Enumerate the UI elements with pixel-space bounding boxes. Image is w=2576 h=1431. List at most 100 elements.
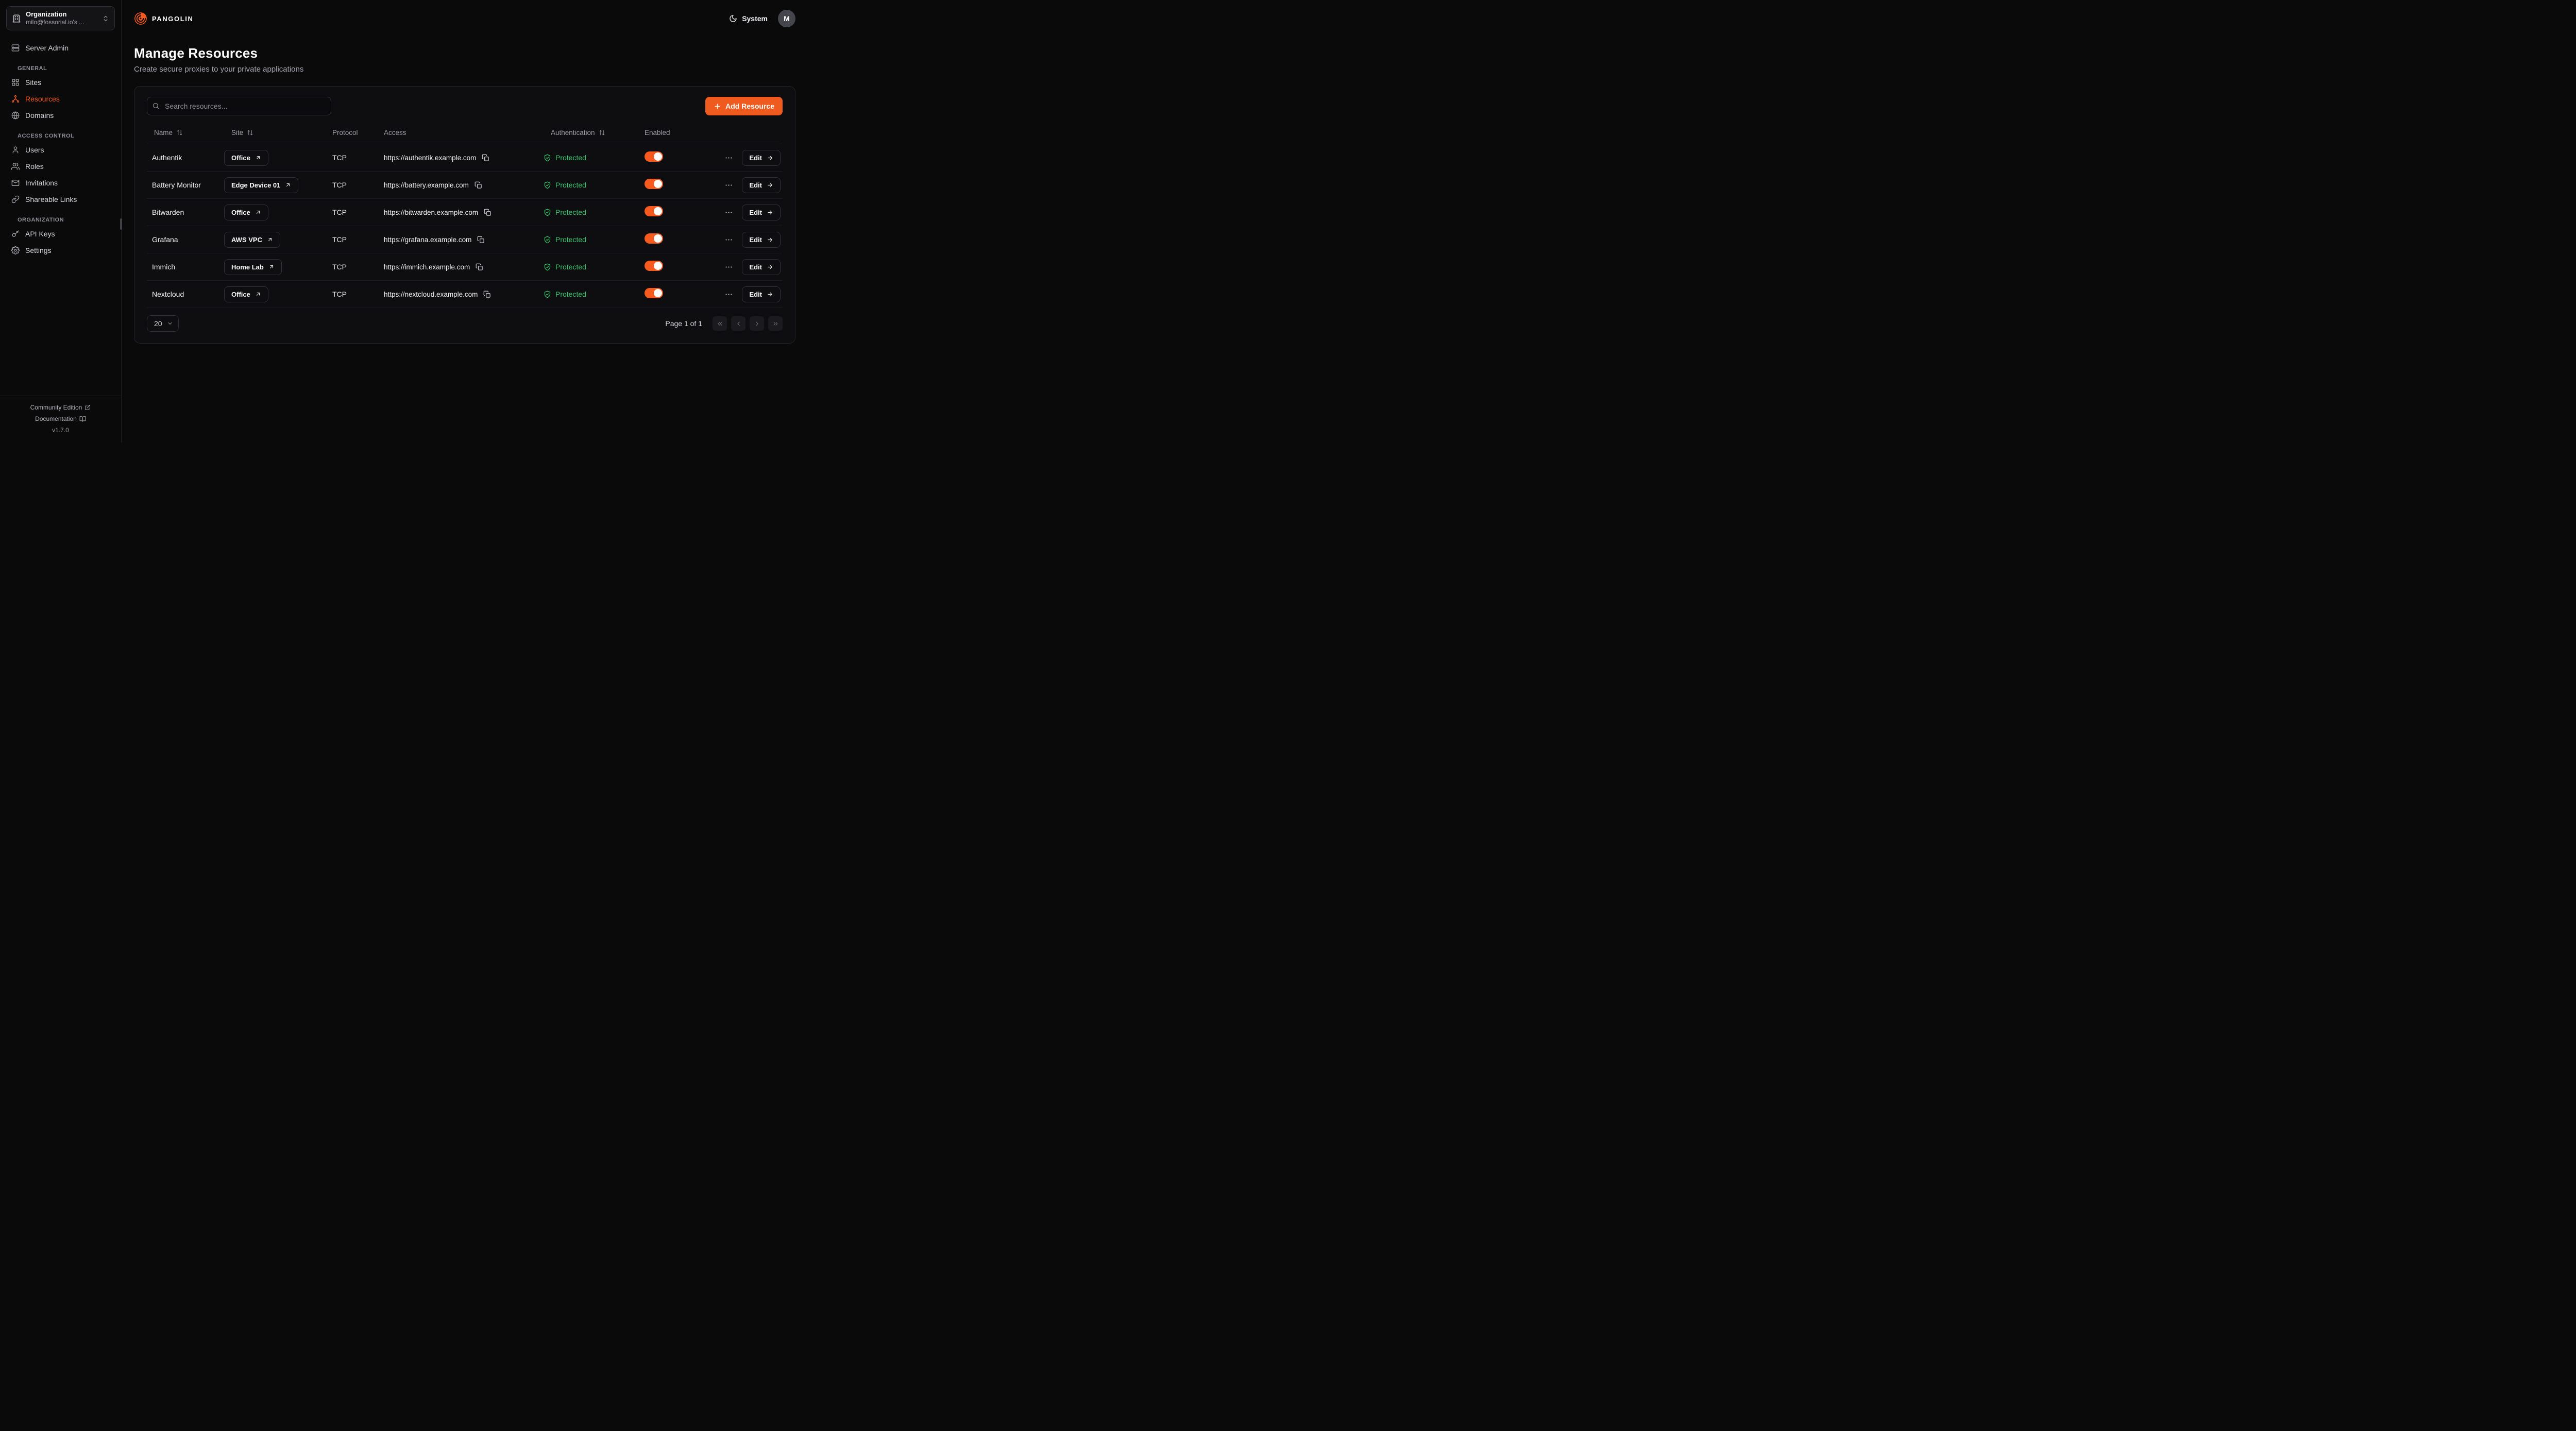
book-open-icon [79,416,86,422]
sidebar-item-label: Settings [25,246,52,254]
arrow-up-right-icon [267,236,273,243]
edit-button[interactable]: Edit [742,286,781,302]
column-header-access: Access [384,129,544,137]
ellipsis-icon [724,235,733,244]
sidebar-item-label: Sites [25,78,41,87]
sidebar-item-server-admin[interactable]: Server Admin [6,40,115,56]
page-size-select[interactable]: 20 [147,315,179,332]
sidebar-item-label: Shareable Links [25,195,77,203]
resource-url: https://nextcloud.example.com [384,291,478,298]
table-body: Authentik Office TCP https://authentik.e… [147,144,783,308]
site-link-button[interactable]: Office [224,286,268,302]
row-menu-button[interactable] [723,207,734,218]
copy-icon [476,263,483,271]
column-header-site[interactable]: Site [224,129,332,137]
sidebar-item-sites[interactable]: Sites [6,74,115,91]
sidebar-item-api-keys[interactable]: API Keys [6,226,115,242]
ellipsis-icon [724,181,733,190]
resource-name: Grafana [147,235,224,244]
sort-icon [599,129,605,136]
site-link-button[interactable]: Office [224,205,268,220]
site-link-button[interactable]: Office [224,150,268,166]
section-label-general: GENERAL [18,65,104,72]
edit-button[interactable]: Edit [742,177,781,193]
copy-url-button[interactable] [473,180,483,190]
site-label: Office [231,209,250,216]
copy-url-button[interactable] [481,153,490,163]
enabled-toggle[interactable] [645,261,663,271]
chevrons-left-icon [717,320,723,327]
row-menu-button[interactable] [723,262,734,272]
site-link-button[interactable]: AWS VPC [224,232,280,248]
enabled-toggle[interactable] [645,151,663,162]
sidebar-resize-handle[interactable] [120,218,122,230]
arrow-up-right-icon [285,182,291,188]
resource-name: Nextcloud [147,290,224,298]
auth-status: Protected [555,181,586,189]
enabled-toggle[interactable] [645,206,663,216]
enabled-toggle[interactable] [645,288,663,298]
theme-toggle[interactable]: System [729,14,768,23]
table-row: Nextcloud Office TCP https://nextcloud.e… [147,281,783,308]
edit-label: Edit [749,263,762,271]
sidebar-item-domains[interactable]: Domains [6,107,115,124]
avatar[interactable]: M [778,10,795,27]
sidebar-item-shareable-links[interactable]: Shareable Links [6,191,115,208]
shield-check-icon [544,291,551,298]
resource-name: Authentik [147,154,224,162]
sidebar-item-roles[interactable]: Roles [6,158,115,175]
column-header-name[interactable]: Name [147,129,224,137]
org-selector[interactable]: Organization milo@fossorial.io's ... [6,6,115,30]
ellipsis-icon [724,208,733,217]
enabled-toggle[interactable] [645,233,663,244]
external-link-icon [84,404,91,411]
arrow-up-right-icon [255,209,261,215]
sidebar-item-users[interactable]: Users [6,142,115,158]
table-row: Grafana AWS VPC TCP https://grafana.exam… [147,226,783,253]
copy-url-button[interactable] [474,262,484,272]
sidebar-item-settings[interactable]: Settings [6,242,115,259]
edit-button[interactable]: Edit [742,205,781,220]
enabled-toggle[interactable] [645,179,663,189]
sidebar-nav: Server Admin GENERAL Sites Resources Do [0,37,121,259]
arrow-right-icon [767,209,773,216]
resource-name: Battery Monitor [147,181,224,189]
edit-button[interactable]: Edit [742,150,781,166]
copy-icon [484,209,492,216]
community-edition-link[interactable]: Community Edition [6,402,115,413]
sidebar-item-resources[interactable]: Resources [6,91,115,107]
site-link-button[interactable]: Home Lab [224,259,282,275]
first-page-button[interactable] [713,316,727,331]
row-menu-button[interactable] [723,234,734,245]
add-resource-button[interactable]: Add Resource [705,97,783,115]
shield-check-icon [544,181,551,189]
next-page-button[interactable] [750,316,764,331]
column-label: Name [154,129,173,137]
site-link-button[interactable]: Edge Device 01 [224,177,298,193]
brand: PANGOLIN [134,12,193,25]
app-root: Organization milo@fossorial.io's ... Ser… [0,0,808,442]
auth-status: Protected [555,235,586,244]
row-menu-button[interactable] [723,180,734,191]
add-resource-label: Add Resource [725,102,774,110]
row-menu-button[interactable] [723,289,734,300]
edit-button[interactable]: Edit [742,232,781,248]
row-menu-button[interactable] [723,152,734,163]
copy-url-button[interactable] [483,208,493,217]
documentation-link[interactable]: Documentation [6,413,115,424]
copy-url-button[interactable] [476,235,486,245]
search-input[interactable] [147,97,331,115]
page-indicator: Page 1 of 1 [665,319,702,328]
prev-page-button[interactable] [731,316,745,331]
page-subtitle: Create secure proxies to your private ap… [134,65,795,74]
column-label: Protocol [332,129,358,137]
column-header-authentication[interactable]: Authentication [544,129,645,137]
last-page-button[interactable] [768,316,783,331]
edit-label: Edit [749,291,762,298]
edit-button[interactable]: Edit [742,259,781,275]
resource-url: https://authentik.example.com [384,154,476,162]
section-label-access-control: ACCESS CONTROL [18,133,104,139]
copy-url-button[interactable] [482,289,492,299]
brand-name: PANGOLIN [152,15,193,23]
sidebar-item-invitations[interactable]: Invitations [6,175,115,191]
